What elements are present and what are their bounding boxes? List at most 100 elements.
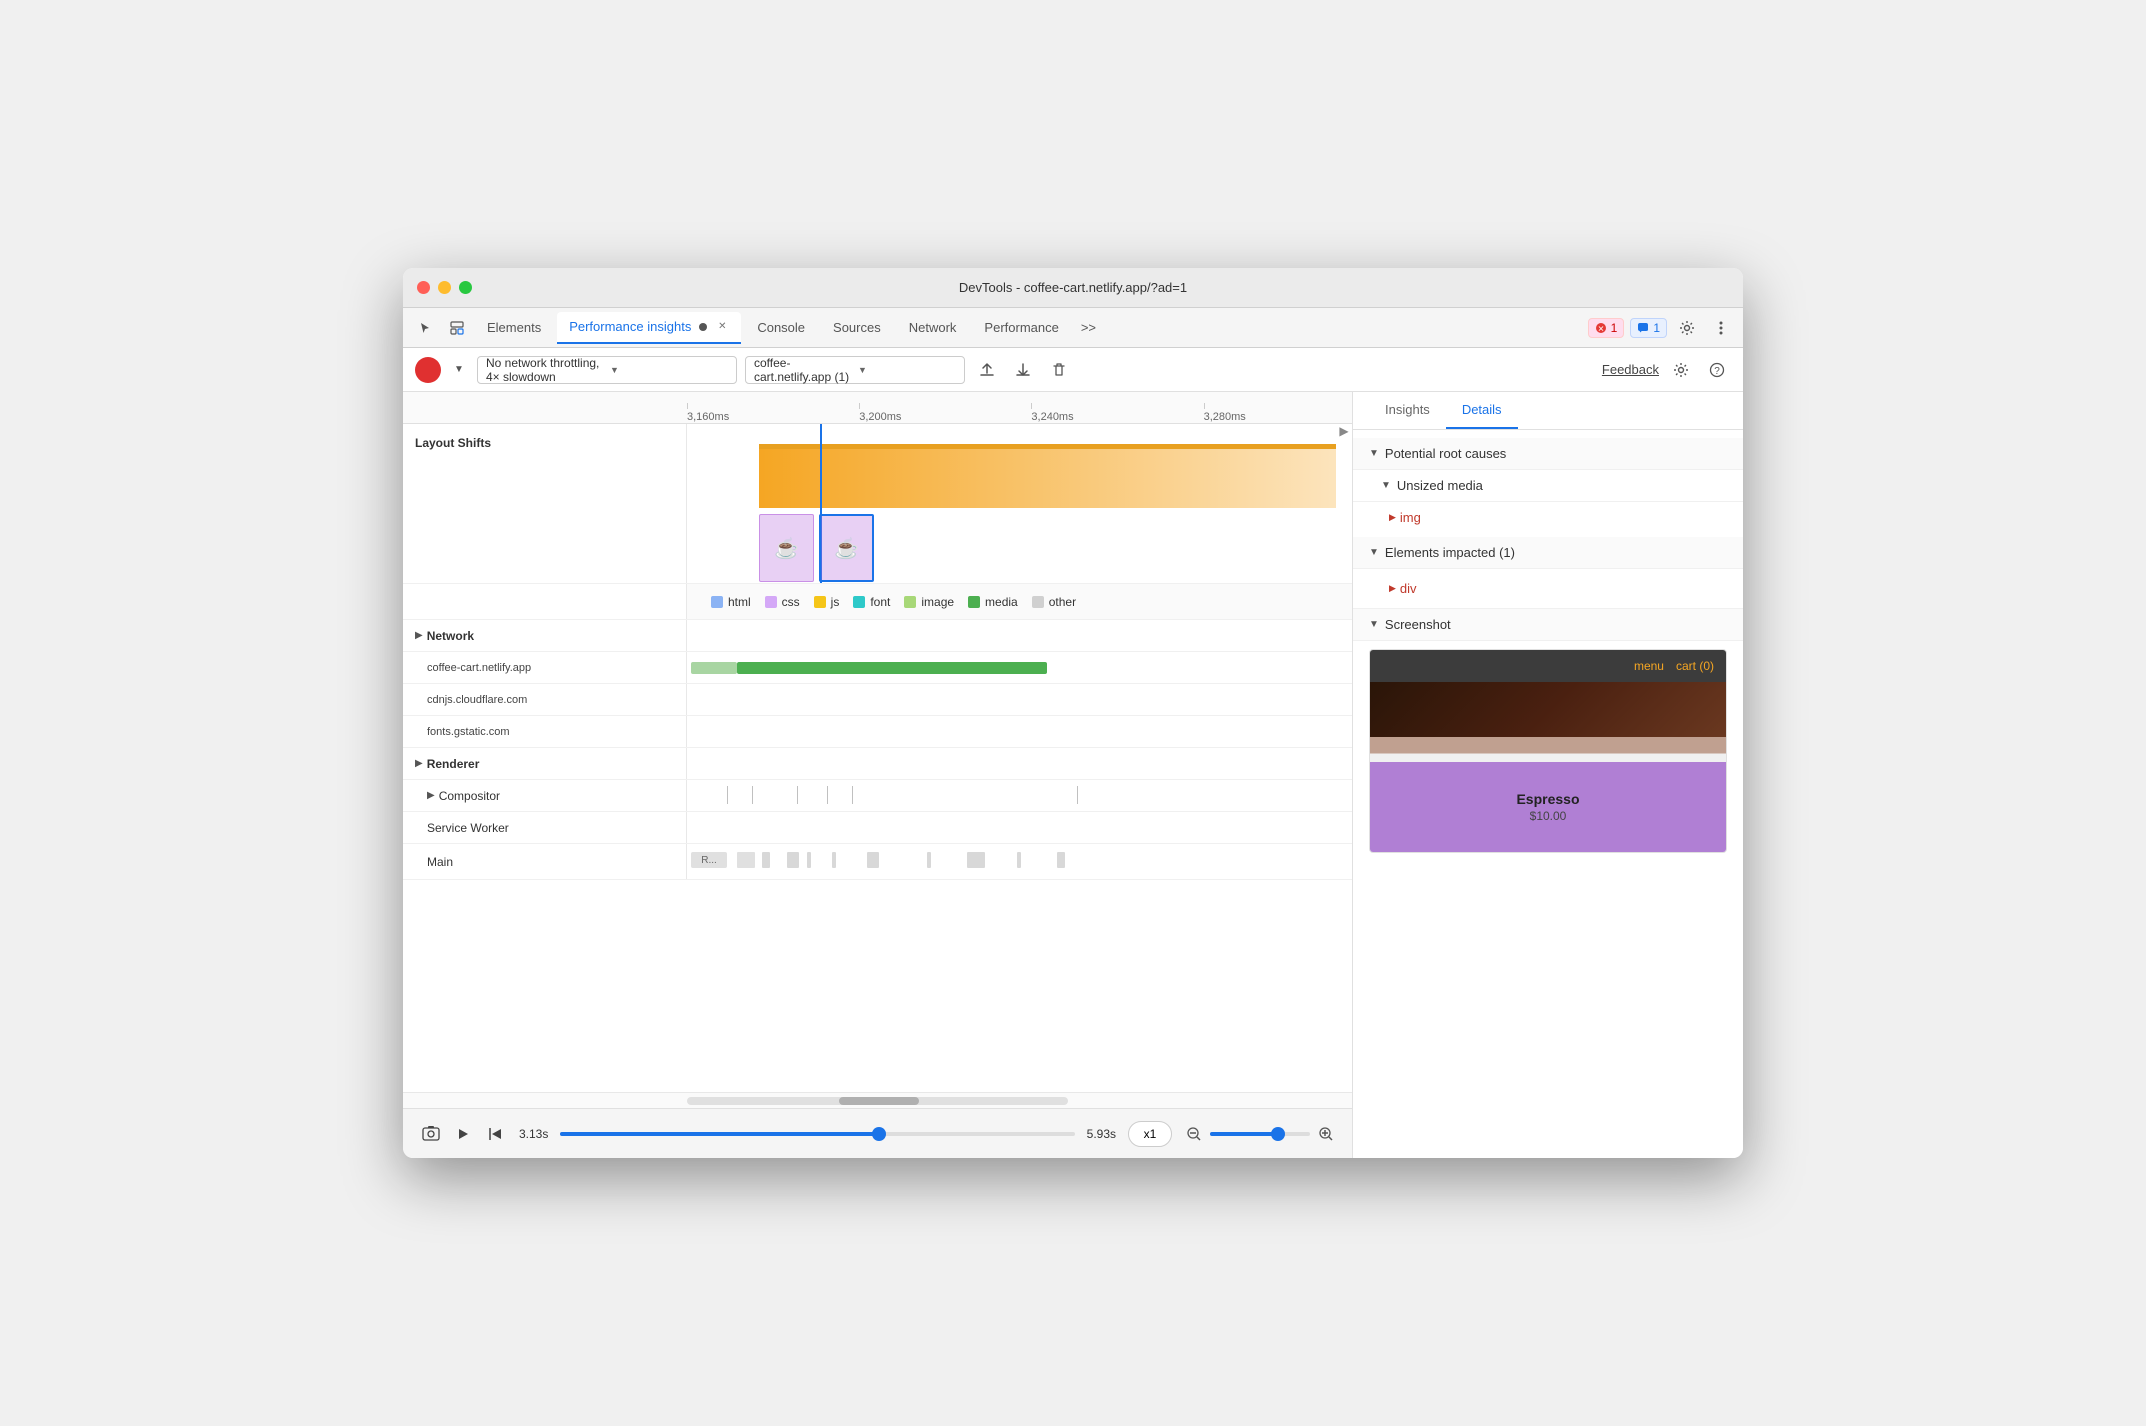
div-link[interactable]: ▶ div bbox=[1389, 577, 1727, 600]
zoom-out-icon[interactable] bbox=[1184, 1124, 1204, 1144]
settings-icon[interactable] bbox=[1673, 314, 1701, 342]
expand-timeline-btn[interactable]: ▶ bbox=[1336, 424, 1352, 438]
delete-icon[interactable] bbox=[1045, 356, 1073, 384]
network-header-row: ▶ Network bbox=[403, 620, 1352, 652]
maximize-button[interactable] bbox=[459, 281, 472, 294]
network-bar-1 bbox=[687, 652, 1352, 683]
screenshot-product: Espresso $10.00 bbox=[1370, 762, 1726, 852]
error-icon: ✕ bbox=[1595, 322, 1607, 334]
network-url-1: coffee-cart.netlify.app bbox=[403, 652, 687, 683]
screenshot-nav-menu: menu bbox=[1634, 659, 1664, 673]
tab-performance[interactable]: Performance bbox=[972, 312, 1070, 344]
cursor-icon[interactable] bbox=[411, 314, 439, 342]
speed-select[interactable]: x1 bbox=[1128, 1121, 1172, 1147]
zoom-slider[interactable] bbox=[1210, 1132, 1310, 1136]
screenshot-toggle-icon[interactable] bbox=[419, 1122, 443, 1146]
shift-box-2[interactable]: ☕ bbox=[819, 514, 874, 582]
network-row-1: coffee-cart.netlify.app bbox=[403, 652, 1352, 684]
renderer-content bbox=[687, 748, 1352, 779]
right-panel-tabs: Insights Details bbox=[1353, 392, 1743, 430]
legend-row: html css js bbox=[403, 584, 1352, 620]
img-link[interactable]: ▶ img bbox=[1389, 510, 1727, 525]
record-dropdown[interactable]: ▼ bbox=[449, 360, 469, 380]
pin-icon bbox=[697, 321, 709, 333]
legend-other: other bbox=[1032, 595, 1076, 609]
tab-performance-insights[interactable]: Performance insights ✕ bbox=[557, 312, 741, 344]
tab-close-button[interactable]: ✕ bbox=[715, 320, 729, 334]
throttle-select[interactable]: No network throttling, 4× slowdown ▼ bbox=[477, 356, 737, 384]
legend-spacer bbox=[403, 584, 687, 619]
tabbar: Elements Performance insights ✕ Console … bbox=[403, 308, 1743, 348]
zoom-in-icon[interactable] bbox=[1316, 1124, 1336, 1144]
more-options-icon[interactable] bbox=[1707, 314, 1735, 342]
more-tabs-button[interactable]: >> bbox=[1075, 314, 1102, 342]
tab-network[interactable]: Network bbox=[897, 312, 969, 344]
shift-box-1[interactable]: ☕ bbox=[759, 514, 814, 582]
error-badge[interactable]: ✕ 1 bbox=[1588, 318, 1625, 338]
info-badge[interactable]: 1 bbox=[1630, 318, 1667, 338]
tab-elements[interactable]: Elements bbox=[475, 312, 553, 344]
renderer-header-row: ▶ Renderer bbox=[403, 748, 1352, 780]
start-time: 3.13s bbox=[519, 1127, 548, 1141]
settings-gear-icon[interactable] bbox=[1667, 356, 1695, 384]
network-bar-3 bbox=[687, 716, 1352, 747]
root-causes-header[interactable]: ▼ Potential root causes bbox=[1353, 438, 1743, 470]
feedback-link[interactable]: Feedback bbox=[1602, 362, 1659, 377]
network-row-3: fonts.gstatic.com bbox=[403, 716, 1352, 748]
timeline-slider[interactable] bbox=[560, 1132, 1074, 1136]
slider-thumb[interactable] bbox=[872, 1127, 886, 1141]
screenshot-bg bbox=[1370, 682, 1726, 737]
screenshot-container: menu cart (0) Espresso $10.00 bbox=[1369, 649, 1727, 853]
ruler-mark-1: 3,160ms bbox=[687, 411, 729, 423]
tab-right-icons: ✕ 1 1 bbox=[1588, 314, 1735, 342]
tab-sources[interactable]: Sources bbox=[821, 312, 893, 344]
main-block-r: R... bbox=[691, 852, 727, 868]
slider-fill bbox=[560, 1132, 879, 1136]
download-icon[interactable] bbox=[1009, 356, 1037, 384]
horizontal-scrollbar[interactable] bbox=[403, 1092, 1352, 1108]
screenshot-header[interactable]: ▼ Screenshot bbox=[1353, 609, 1743, 641]
tab-details[interactable]: Details bbox=[1446, 392, 1518, 429]
window-title: DevTools - coffee-cart.netlify.app/?ad=1 bbox=[959, 280, 1187, 295]
record-button[interactable] bbox=[415, 357, 441, 383]
tab-console[interactable]: Console bbox=[745, 312, 817, 344]
zoom-thumb[interactable] bbox=[1271, 1127, 1285, 1141]
legend-image: image bbox=[904, 595, 954, 609]
network-url-2: cdnjs.cloudflare.com bbox=[403, 684, 687, 715]
ruler-mark-4: 3,280ms bbox=[1204, 411, 1246, 423]
main-tick-7 bbox=[927, 852, 931, 868]
url-select[interactable]: coffee-cart.netlify.app (1) ▼ bbox=[745, 356, 965, 384]
ruler-mark-2: 3,200ms bbox=[859, 411, 901, 423]
network-row-2: cdnjs.cloudflare.com bbox=[403, 684, 1352, 716]
main-tick-2 bbox=[762, 852, 770, 868]
help-icon[interactable]: ? bbox=[1703, 356, 1731, 384]
main-label: Main bbox=[403, 844, 687, 879]
service-worker-row: Service Worker bbox=[403, 812, 1352, 844]
play-button[interactable] bbox=[451, 1122, 475, 1146]
dock-icon[interactable] bbox=[443, 314, 471, 342]
renderer-label[interactable]: ▶ Renderer bbox=[403, 748, 687, 779]
close-button[interactable] bbox=[417, 281, 430, 294]
scrollbar-track[interactable] bbox=[687, 1097, 1068, 1105]
skip-to-start-icon[interactable] bbox=[483, 1122, 507, 1146]
network-label[interactable]: ▶ Network bbox=[403, 620, 687, 651]
svg-text:✕: ✕ bbox=[1597, 324, 1604, 333]
compositor-row: ▶ Compositor bbox=[403, 780, 1352, 812]
zoom-controls bbox=[1184, 1124, 1336, 1144]
scrollbar-thumb[interactable] bbox=[839, 1097, 919, 1105]
minimize-button[interactable] bbox=[438, 281, 451, 294]
elements-content: ▶ div bbox=[1353, 569, 1743, 608]
yellow-line bbox=[759, 444, 1336, 449]
toolbar: ▼ No network throttling, 4× slowdown ▼ c… bbox=[403, 348, 1743, 392]
screenshot-nav: menu cart (0) bbox=[1370, 650, 1726, 682]
right-panel: Insights Details ▼ Potential root causes… bbox=[1353, 392, 1743, 1158]
network-bar-2 bbox=[687, 684, 1352, 715]
network-url-3: fonts.gstatic.com bbox=[403, 716, 687, 747]
compositor-label: ▶ Compositor bbox=[403, 780, 687, 811]
unsized-media-header[interactable]: ▼ Unsized media bbox=[1353, 470, 1743, 502]
tab-insights[interactable]: Insights bbox=[1369, 392, 1446, 429]
root-causes-triangle: ▼ bbox=[1369, 448, 1379, 459]
upload-icon[interactable] bbox=[973, 356, 1001, 384]
end-time: 5.93s bbox=[1087, 1127, 1116, 1141]
elements-impacted-header[interactable]: ▼ Elements impacted (1) bbox=[1353, 537, 1743, 569]
